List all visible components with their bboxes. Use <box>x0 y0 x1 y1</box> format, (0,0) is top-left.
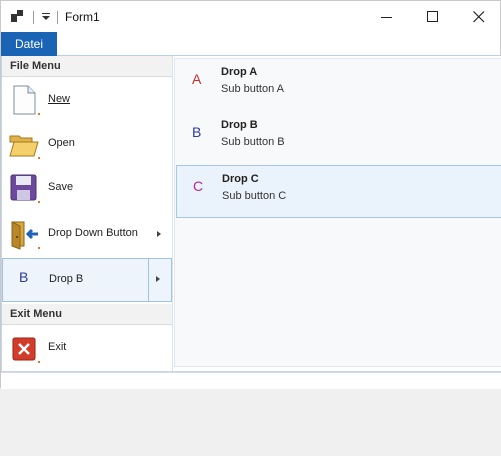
file-menu-header: File Menu <box>2 56 172 77</box>
open-label: Open <box>48 137 75 149</box>
qat-dropdown-icon[interactable] <box>40 9 52 23</box>
door-arrow-icon <box>11 221 40 250</box>
drop-b-description: Sub button B <box>221 136 285 148</box>
split-divider <box>148 259 149 301</box>
open-folder-icon <box>9 135 40 159</box>
file-tab[interactable]: Datei <box>1 32 57 56</box>
drop-b-label: Drop B <box>49 273 84 285</box>
exit-button[interactable]: Exit <box>2 326 172 370</box>
window-title: Form1 <box>65 10 100 24</box>
minimize-button[interactable] <box>364 1 410 32</box>
qat-separator <box>33 11 34 24</box>
app-icon <box>11 10 23 22</box>
close-icon <box>473 11 485 23</box>
exit-x-icon <box>12 337 40 363</box>
title-bar: Form1 <box>1 1 500 32</box>
new-label: New <box>48 93 71 105</box>
chevron-right-icon[interactable] <box>156 276 160 282</box>
minimize-icon <box>381 17 392 18</box>
drop-b-letter-icon: B <box>19 269 29 285</box>
maximize-button[interactable] <box>410 1 456 32</box>
save-button[interactable]: Save <box>2 166 172 210</box>
qat-separator <box>57 11 58 24</box>
drop-b-item[interactable]: B Drop B Sub button B <box>176 112 501 165</box>
ribbon-menubar: Datei <box>1 32 500 56</box>
drop-a-title: Drop A <box>221 66 258 78</box>
exit-label: Exit <box>48 341 67 353</box>
drop-down-button[interactable]: Drop Down Button <box>2 212 172 256</box>
drop-c-letter-icon: C <box>193 178 204 194</box>
main-window: Form1 Datei File Menu New Open Save Drop… <box>0 0 501 389</box>
chevron-right-icon <box>157 231 161 237</box>
open-button[interactable]: Open <box>2 122 172 166</box>
drop-a-item[interactable]: A Drop A Sub button A <box>176 59 501 112</box>
drop-c-description: Sub button C <box>222 190 287 202</box>
drop-c-item[interactable]: C Drop C Sub button C <box>176 165 501 218</box>
form-bottom-area <box>1 372 501 389</box>
application-menu: File Menu New Open Save Drop Down Button… <box>1 56 501 372</box>
drop-b-letter-icon: B <box>192 124 202 140</box>
drop-b-title: Drop B <box>221 119 258 131</box>
floppy-disk-icon <box>10 174 40 203</box>
drop-a-letter-icon: A <box>192 71 202 87</box>
close-button[interactable] <box>456 1 501 32</box>
application-menu-items: File Menu New Open Save Drop Down Button… <box>2 56 173 371</box>
new-document-icon <box>13 85 40 115</box>
new-button[interactable]: New <box>2 78 172 122</box>
submenu-pane: A Drop A Sub button A B Drop B Sub butto… <box>174 58 501 367</box>
drop-down-button-label: Drop Down Button <box>48 227 138 239</box>
drop-a-description: Sub button A <box>221 83 284 95</box>
drop-b-button[interactable]: B Drop B <box>2 258 172 302</box>
save-label: Save <box>48 181 74 193</box>
exit-menu-header: Exit Menu <box>2 304 172 325</box>
maximize-icon <box>427 11 438 22</box>
drop-c-title: Drop C <box>222 173 259 185</box>
